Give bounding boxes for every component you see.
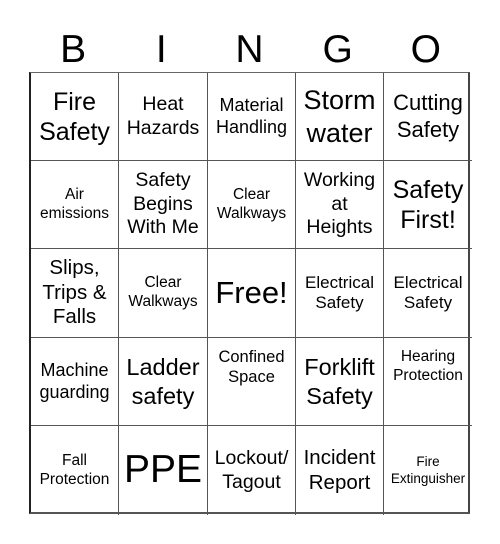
cell-label: Electrical Safety <box>393 272 463 312</box>
bingo-cell[interactable]: Safety First! <box>384 161 472 249</box>
bingo-cell[interactable]: Slips, Trips & Falls <box>31 249 119 338</box>
bingo-cell[interactable]: Fire Extinguisher <box>384 426 472 515</box>
cell-label: Heat Hazards <box>126 93 200 139</box>
cell-label: Cutting Safety <box>393 90 463 142</box>
cell-label: Fire Safety <box>39 87 110 146</box>
bingo-grid: Fire Safety Heat Hazards Material Handli… <box>29 72 472 515</box>
cell-label: Storm water <box>303 85 376 148</box>
cell-label: Electrical Safety <box>305 272 374 312</box>
cell-label: Air emissions <box>40 185 109 222</box>
header-letter-o: O <box>410 28 442 71</box>
cell-label: Material Handling <box>215 94 288 137</box>
cell-label: Incident Report <box>303 445 376 494</box>
bingo-cell[interactable]: Confined Space <box>208 338 296 426</box>
cell-label: Machine guarding <box>39 359 110 402</box>
cell-label: Hearing Protection <box>393 348 463 384</box>
cell-label: Forklift Safety <box>304 354 375 409</box>
cell-label: Clear Walkways <box>128 274 198 310</box>
cell-label: Clear Walkways <box>216 185 287 222</box>
header-letter-i: I <box>155 28 167 71</box>
bingo-cell[interactable]: Fire Safety <box>31 73 119 161</box>
header-letter-n: N <box>235 28 264 71</box>
bingo-cell[interactable]: Electrical Safety <box>296 249 384 338</box>
bingo-cell[interactable]: PPE <box>119 426 208 515</box>
bingo-cell[interactable]: Clear Walkways <box>208 161 296 249</box>
bingo-cell[interactable]: Working at Heights <box>296 161 384 249</box>
cell-label: Safety Begins With Me <box>127 169 199 239</box>
free-space-cell[interactable]: Free! <box>208 249 296 338</box>
bingo-cell[interactable]: Safety Begins With Me <box>119 161 208 249</box>
cell-label: Working at Heights <box>303 169 376 239</box>
bingo-cell[interactable]: Material Handling <box>208 73 296 161</box>
cell-label: Confined Space <box>218 348 285 386</box>
cell-label: Lockout/ Tagout <box>214 447 289 493</box>
bingo-cell[interactable]: Forklift Safety <box>296 338 384 426</box>
cell-label: Fire Extinguisher <box>390 454 466 486</box>
bingo-cell[interactable]: Lockout/ Tagout <box>208 426 296 515</box>
bingo-cell[interactable]: Clear Walkways <box>119 249 208 338</box>
bingo-cell[interactable]: Heat Hazards <box>119 73 208 161</box>
bingo-cell[interactable]: Ladder safety <box>119 338 208 426</box>
bingo-cell[interactable]: Hearing Protection <box>384 338 472 426</box>
bingo-cell[interactable]: Incident Report <box>296 426 384 515</box>
cell-label: Ladder safety <box>126 354 200 409</box>
header-letter-g: G <box>322 28 353 71</box>
bingo-cell[interactable]: Fall Protection <box>31 426 119 515</box>
bingo-cell[interactable]: Storm water <box>296 73 384 161</box>
cell-label: Safety First! <box>392 175 464 234</box>
free-space-label: Free! <box>215 275 288 311</box>
bingo-cell[interactable]: Air emissions <box>31 161 119 249</box>
bingo-cell[interactable]: Electrical Safety <box>384 249 472 338</box>
header-letter-b: B <box>60 28 87 71</box>
cell-label: Slips, Trips & Falls <box>42 256 107 329</box>
bingo-header: B I N G O <box>29 27 470 72</box>
cell-label: PPE <box>123 448 203 492</box>
bingo-cell[interactable]: Machine guarding <box>31 338 119 426</box>
cell-label: Fall Protection <box>39 451 110 488</box>
bingo-cell[interactable]: Cutting Safety <box>384 73 472 161</box>
